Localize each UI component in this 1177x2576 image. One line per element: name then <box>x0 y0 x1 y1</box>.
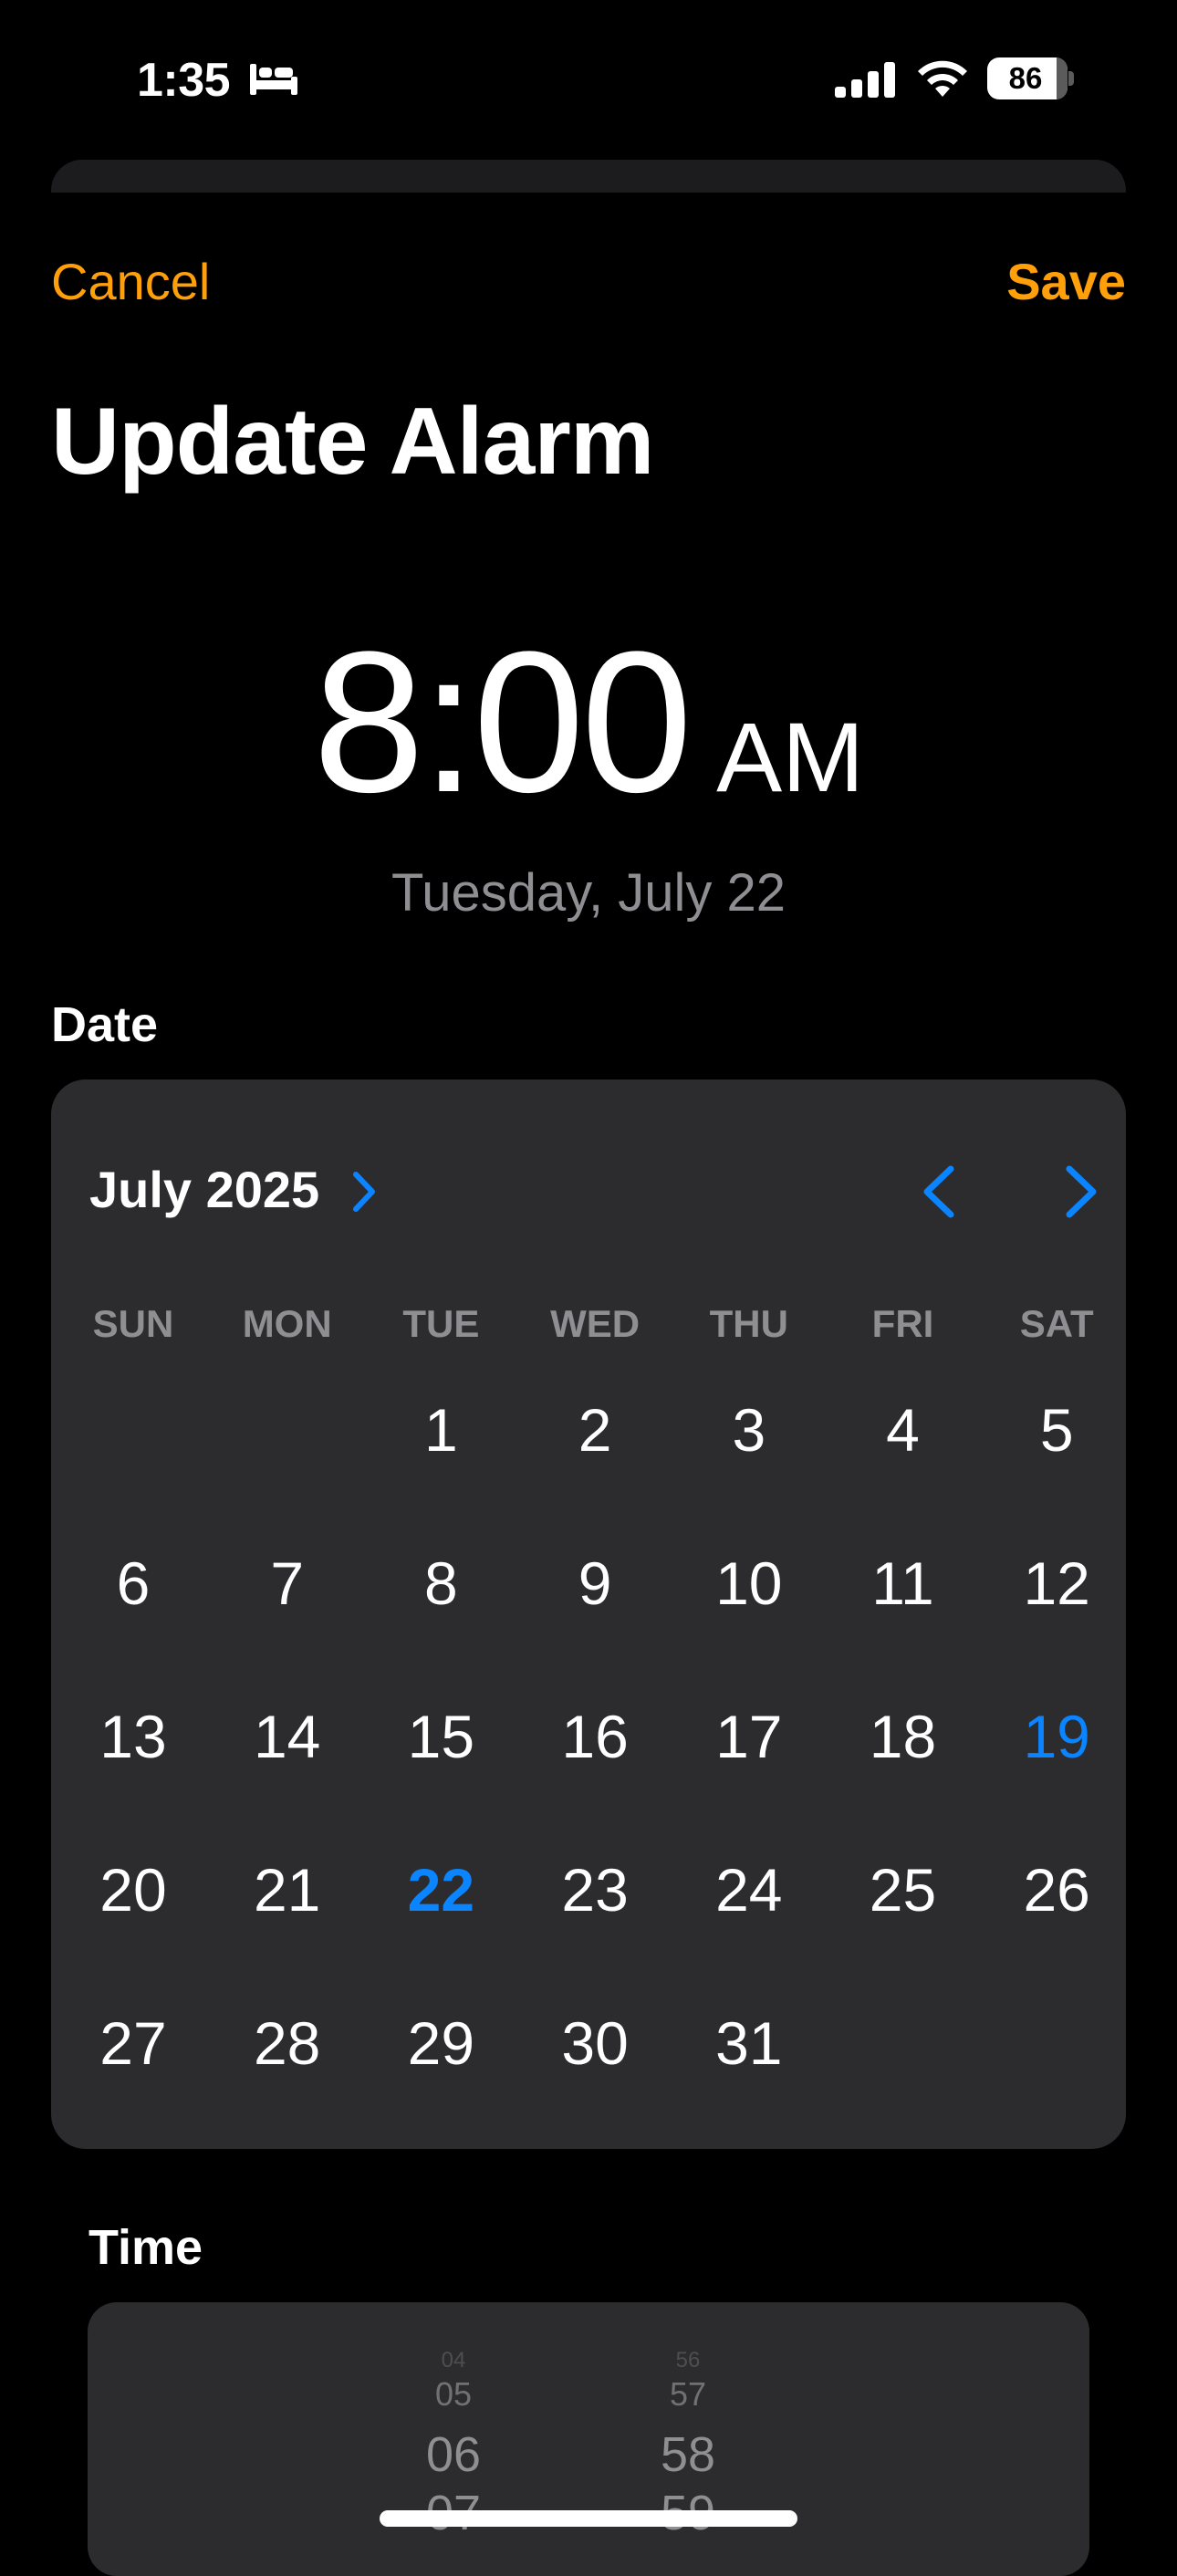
day-number: 28 <box>253 2009 321 2077</box>
cellular-signal-icon <box>835 62 895 98</box>
alarm-date-subtitle: Tuesday, July 22 <box>391 863 786 923</box>
background-sheet-edge <box>51 160 1126 193</box>
alarm-ampm: AM <box>716 702 865 812</box>
alarm-time-display: 8:00 AM <box>0 607 1177 838</box>
day-cell[interactable]: 6 <box>57 1507 210 1660</box>
weekday-label: THU <box>709 1302 788 1345</box>
day-number: 6 <box>116 1549 151 1617</box>
home-indicator <box>380 2510 797 2527</box>
day-number: 10 <box>715 1549 783 1617</box>
day-number: 20 <box>99 1856 167 1924</box>
battery-level: 86 <box>1008 61 1043 95</box>
day-number: 30 <box>561 2009 629 2077</box>
day-cell[interactable]: 12 <box>980 1507 1133 1660</box>
day-number: 23 <box>561 1856 629 1924</box>
day-cell[interactable]: 26 <box>980 1813 1133 1966</box>
day-cell[interactable]: 18 <box>827 1660 980 1813</box>
status-time: 1:35 <box>137 54 231 107</box>
day-cell[interactable]: 11 <box>827 1507 980 1660</box>
day-number: 5 <box>1039 1396 1074 1464</box>
day-number: 16 <box>561 1703 629 1770</box>
day-number: 11 <box>871 1549 934 1617</box>
weekday-label: SAT <box>1019 1302 1094 1345</box>
bed-icon <box>250 64 297 95</box>
previous-month-button[interactable] <box>914 1163 965 1220</box>
wheel-value: 05 <box>434 2375 473 2413</box>
battery-icon: 86 <box>987 57 1075 99</box>
day-number: 25 <box>869 1856 937 1924</box>
day-number: 8 <box>424 1549 458 1617</box>
day-number: 19 <box>1023 1703 1090 1770</box>
wheel-value: 04 <box>441 2348 466 2373</box>
day-cell[interactable]: 25 <box>827 1813 980 1966</box>
day-number: 4 <box>886 1396 920 1464</box>
cancel-button[interactable]: Cancel <box>51 252 210 311</box>
day-number: 1 <box>424 1396 458 1464</box>
day-number: 31 <box>715 2009 783 2077</box>
day-cell[interactable]: 20 <box>57 1813 210 1966</box>
day-cell[interactable]: 21 <box>211 1813 364 1966</box>
weekday-label: FRI <box>871 1302 934 1345</box>
day-cell[interactable]: 27 <box>57 1966 210 2120</box>
weekday-label: TUE <box>402 1302 480 1345</box>
day-number: 13 <box>99 1703 167 1770</box>
wheel-value: 06 <box>425 2427 482 2482</box>
day-number: 9 <box>578 1549 612 1617</box>
day-cell[interactable]: 16 <box>518 1660 672 1813</box>
day-number: 26 <box>1023 1856 1090 1924</box>
day-cell[interactable]: 28 <box>211 1966 364 2120</box>
day-number: 7 <box>270 1549 305 1617</box>
day-cell[interactable]: 15 <box>364 1660 517 1813</box>
weekday-label: SUN <box>92 1302 174 1345</box>
time-section-label: Time <box>89 2220 203 2275</box>
day-cell[interactable]: 17 <box>672 1660 826 1813</box>
wheel-value: 57 <box>669 2375 707 2413</box>
day-cell-selected[interactable]: 22 <box>364 1813 517 1966</box>
day-cell-today[interactable]: 19 <box>980 1660 1133 1813</box>
day-number: 27 <box>99 2009 167 2077</box>
month-year-button[interactable]: July 2025 <box>89 1160 319 1219</box>
day-cell[interactable]: 9 <box>518 1507 672 1660</box>
day-cell[interactable]: 4 <box>827 1353 980 1507</box>
next-month-button[interactable] <box>1055 1163 1106 1220</box>
day-number: 14 <box>253 1703 321 1770</box>
day-cell[interactable]: 7 <box>211 1507 364 1660</box>
day-cell[interactable]: 2 <box>518 1353 672 1507</box>
day-number: 22 <box>407 1856 475 1924</box>
day-cell[interactable]: 31 <box>672 1966 826 2120</box>
page-title: Update Alarm <box>51 389 654 495</box>
wheel-value: 58 <box>660 2427 716 2482</box>
day-number: 17 <box>715 1703 783 1770</box>
day-cell[interactable]: 24 <box>672 1813 826 1966</box>
day-cell[interactable]: 1 <box>364 1353 517 1507</box>
day-number: 18 <box>869 1703 937 1770</box>
wifi-icon <box>918 60 967 97</box>
day-cell[interactable]: 23 <box>518 1813 672 1966</box>
weekday-label: MON <box>242 1302 332 1345</box>
time-picker[interactable]: 04050607 56575859 <box>88 2302 1089 2576</box>
day-number: 24 <box>715 1856 783 1924</box>
day-number: 29 <box>407 2009 475 2077</box>
day-number: 2 <box>578 1396 612 1464</box>
day-cell[interactable]: 13 <box>57 1660 210 1813</box>
alarm-time: 8:00 <box>312 610 693 834</box>
day-number: 21 <box>253 1856 321 1924</box>
day-number: 3 <box>732 1396 766 1464</box>
day-cell[interactable]: 30 <box>518 1966 672 2120</box>
day-cell[interactable]: 5 <box>980 1353 1133 1507</box>
day-cell[interactable]: 14 <box>211 1660 364 1813</box>
chevron-right-icon[interactable] <box>350 1169 378 1215</box>
save-button[interactable]: Save <box>1006 252 1126 311</box>
wheel-value: 56 <box>675 2348 701 2373</box>
day-cell[interactable]: 8 <box>364 1507 517 1660</box>
calendar: July 2025 SUN MON TUE WED THU FRI SAT 12345678… <box>51 1079 1126 2149</box>
day-number: 12 <box>1023 1549 1090 1617</box>
day-cell[interactable]: 29 <box>364 1966 517 2120</box>
day-number: 15 <box>407 1703 475 1770</box>
weekday-label: WED <box>550 1302 641 1345</box>
day-cell[interactable]: 10 <box>672 1507 826 1660</box>
day-cell[interactable]: 3 <box>672 1353 826 1507</box>
date-section-label: Date <box>51 997 159 1052</box>
